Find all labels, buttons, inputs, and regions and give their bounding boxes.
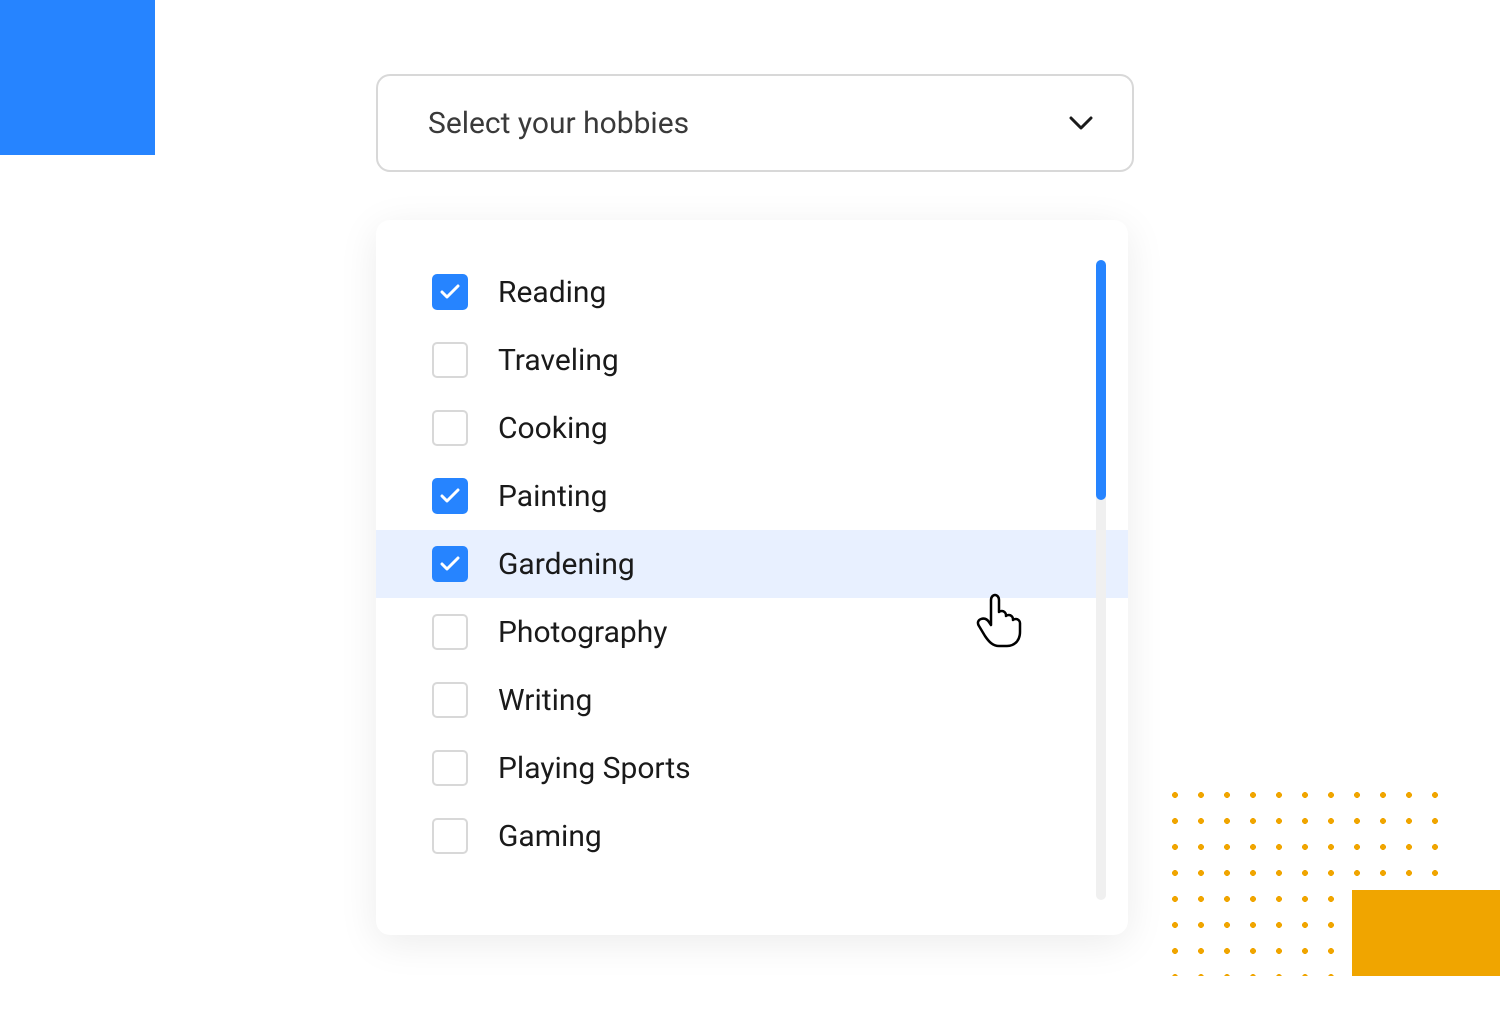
option-label: Traveling	[498, 343, 619, 378]
scrollbar-thumb[interactable]	[1096, 260, 1106, 500]
option-item[interactable]: Painting	[376, 462, 1128, 530]
chevron-down-icon	[1068, 110, 1094, 136]
option-item[interactable]: Gaming	[376, 802, 1128, 870]
option-label: Cooking	[498, 411, 608, 446]
select-trigger[interactable]: Select your hobbies	[376, 74, 1134, 172]
option-label: Gaming	[498, 819, 602, 854]
option-item[interactable]: Gardening	[376, 530, 1128, 598]
option-label: Painting	[498, 479, 607, 514]
checkbox[interactable]	[432, 342, 468, 378]
pointer-cursor-icon	[975, 592, 1023, 648]
dropdown-container: Select your hobbies	[376, 74, 1134, 172]
option-label: Playing Sports	[498, 751, 691, 786]
option-label: Reading	[498, 275, 606, 310]
option-item[interactable]: Cooking	[376, 394, 1128, 462]
decorative-orange-block	[1352, 890, 1500, 976]
option-item[interactable]: Reading	[376, 258, 1128, 326]
decorative-blue-square	[0, 0, 155, 155]
checkbox[interactable]	[432, 410, 468, 446]
option-label: Photography	[498, 615, 668, 650]
checkbox[interactable]	[432, 478, 468, 514]
dropdown-panel: Reading Traveling Cooking Painting Gardening…	[376, 220, 1128, 935]
option-label: Writing	[498, 683, 592, 718]
select-placeholder: Select your hobbies	[428, 106, 689, 141]
checkbox[interactable]	[432, 818, 468, 854]
checkbox[interactable]	[432, 750, 468, 786]
checkbox[interactable]	[432, 614, 468, 650]
option-label: Gardening	[498, 547, 635, 582]
checkbox[interactable]	[432, 274, 468, 310]
checkbox[interactable]	[432, 546, 468, 582]
option-item[interactable]: Writing	[376, 666, 1128, 734]
option-item[interactable]: Traveling	[376, 326, 1128, 394]
checkbox[interactable]	[432, 682, 468, 718]
option-item[interactable]: Playing Sports	[376, 734, 1128, 802]
